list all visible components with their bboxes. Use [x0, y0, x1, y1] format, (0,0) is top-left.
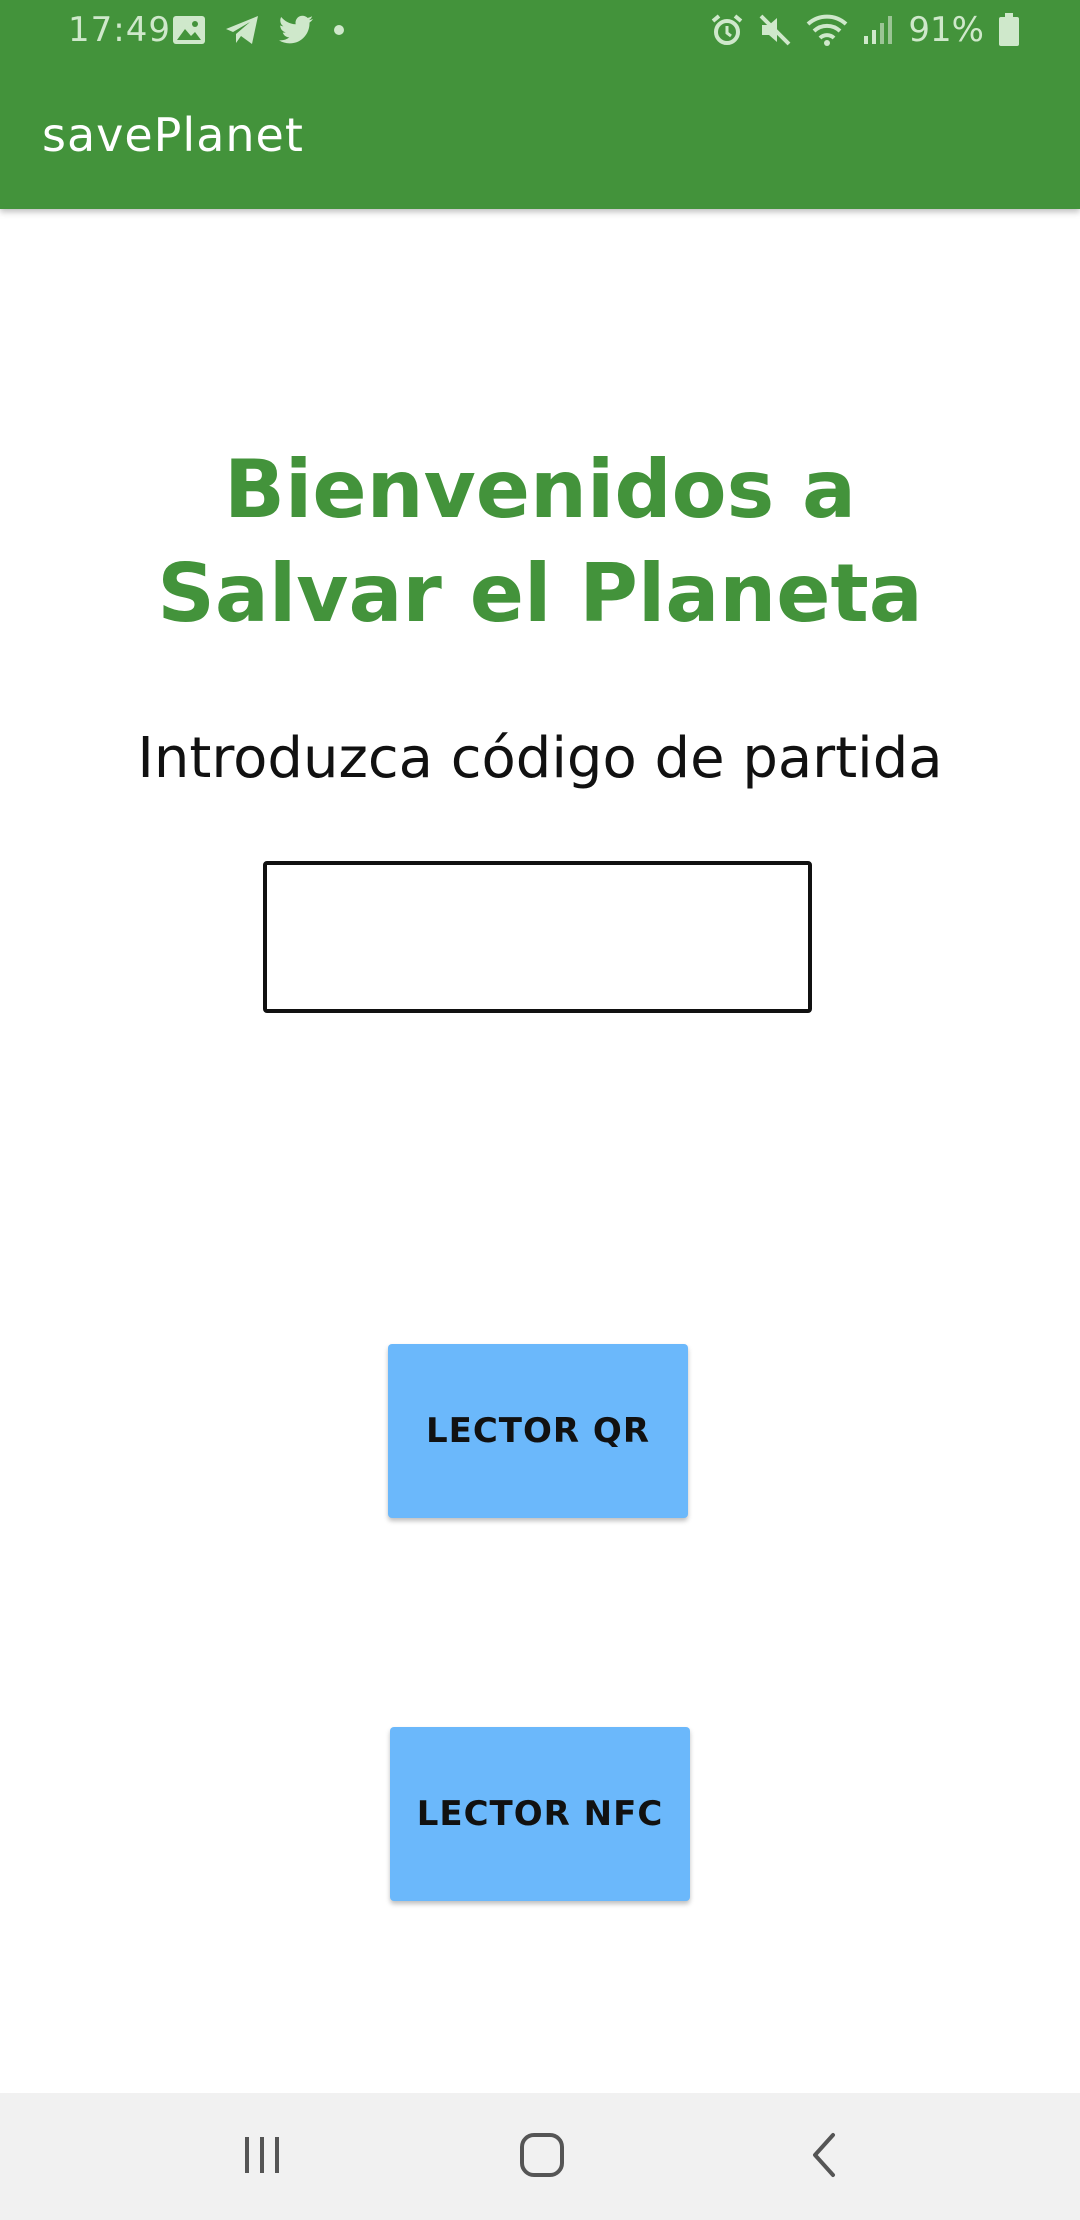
mute-icon [758, 13, 792, 47]
qr-reader-button-label: LECTOR QR [425, 1411, 651, 1451]
status-left-icons [172, 14, 346, 46]
signal-icon [862, 14, 894, 46]
status-time: 17:49 [68, 10, 171, 50]
welcome-title: Bienvenidos a Salvar el Planeta [157, 443, 923, 640]
wifi-icon [806, 13, 848, 47]
back-button[interactable] [744, 2093, 904, 2220]
home-button[interactable] [462, 2093, 622, 2220]
status-bar: 17:49 91% [0, 0, 1080, 64]
battery-icon [998, 13, 1020, 47]
code-prompt-label: Introduzca código de partida [137, 726, 943, 791]
navigation-bar [0, 2093, 1080, 2220]
twitter-icon [278, 15, 314, 45]
recents-button[interactable] [182, 2093, 342, 2220]
game-code-input[interactable] [263, 861, 812, 1013]
image-icon [172, 15, 206, 45]
qr-reader-button[interactable]: LECTOR QR [388, 1344, 688, 1518]
home-icon [519, 2132, 565, 2182]
nfc-reader-button[interactable]: LECTOR NFC [390, 1727, 690, 1901]
nfc-reader-button-label: LECTOR NFC [416, 1794, 664, 1834]
dot-icon [332, 23, 346, 37]
app-bar: 17:49 91% savePlanet [0, 0, 1080, 209]
back-icon [809, 2132, 839, 2182]
recents-icon [240, 2135, 284, 2179]
app-title: savePlanet [42, 108, 304, 162]
telegram-icon [224, 14, 260, 46]
status-right-icons: 91% [710, 10, 1020, 50]
battery-percent: 91% [908, 10, 984, 50]
alarm-icon [710, 13, 744, 47]
